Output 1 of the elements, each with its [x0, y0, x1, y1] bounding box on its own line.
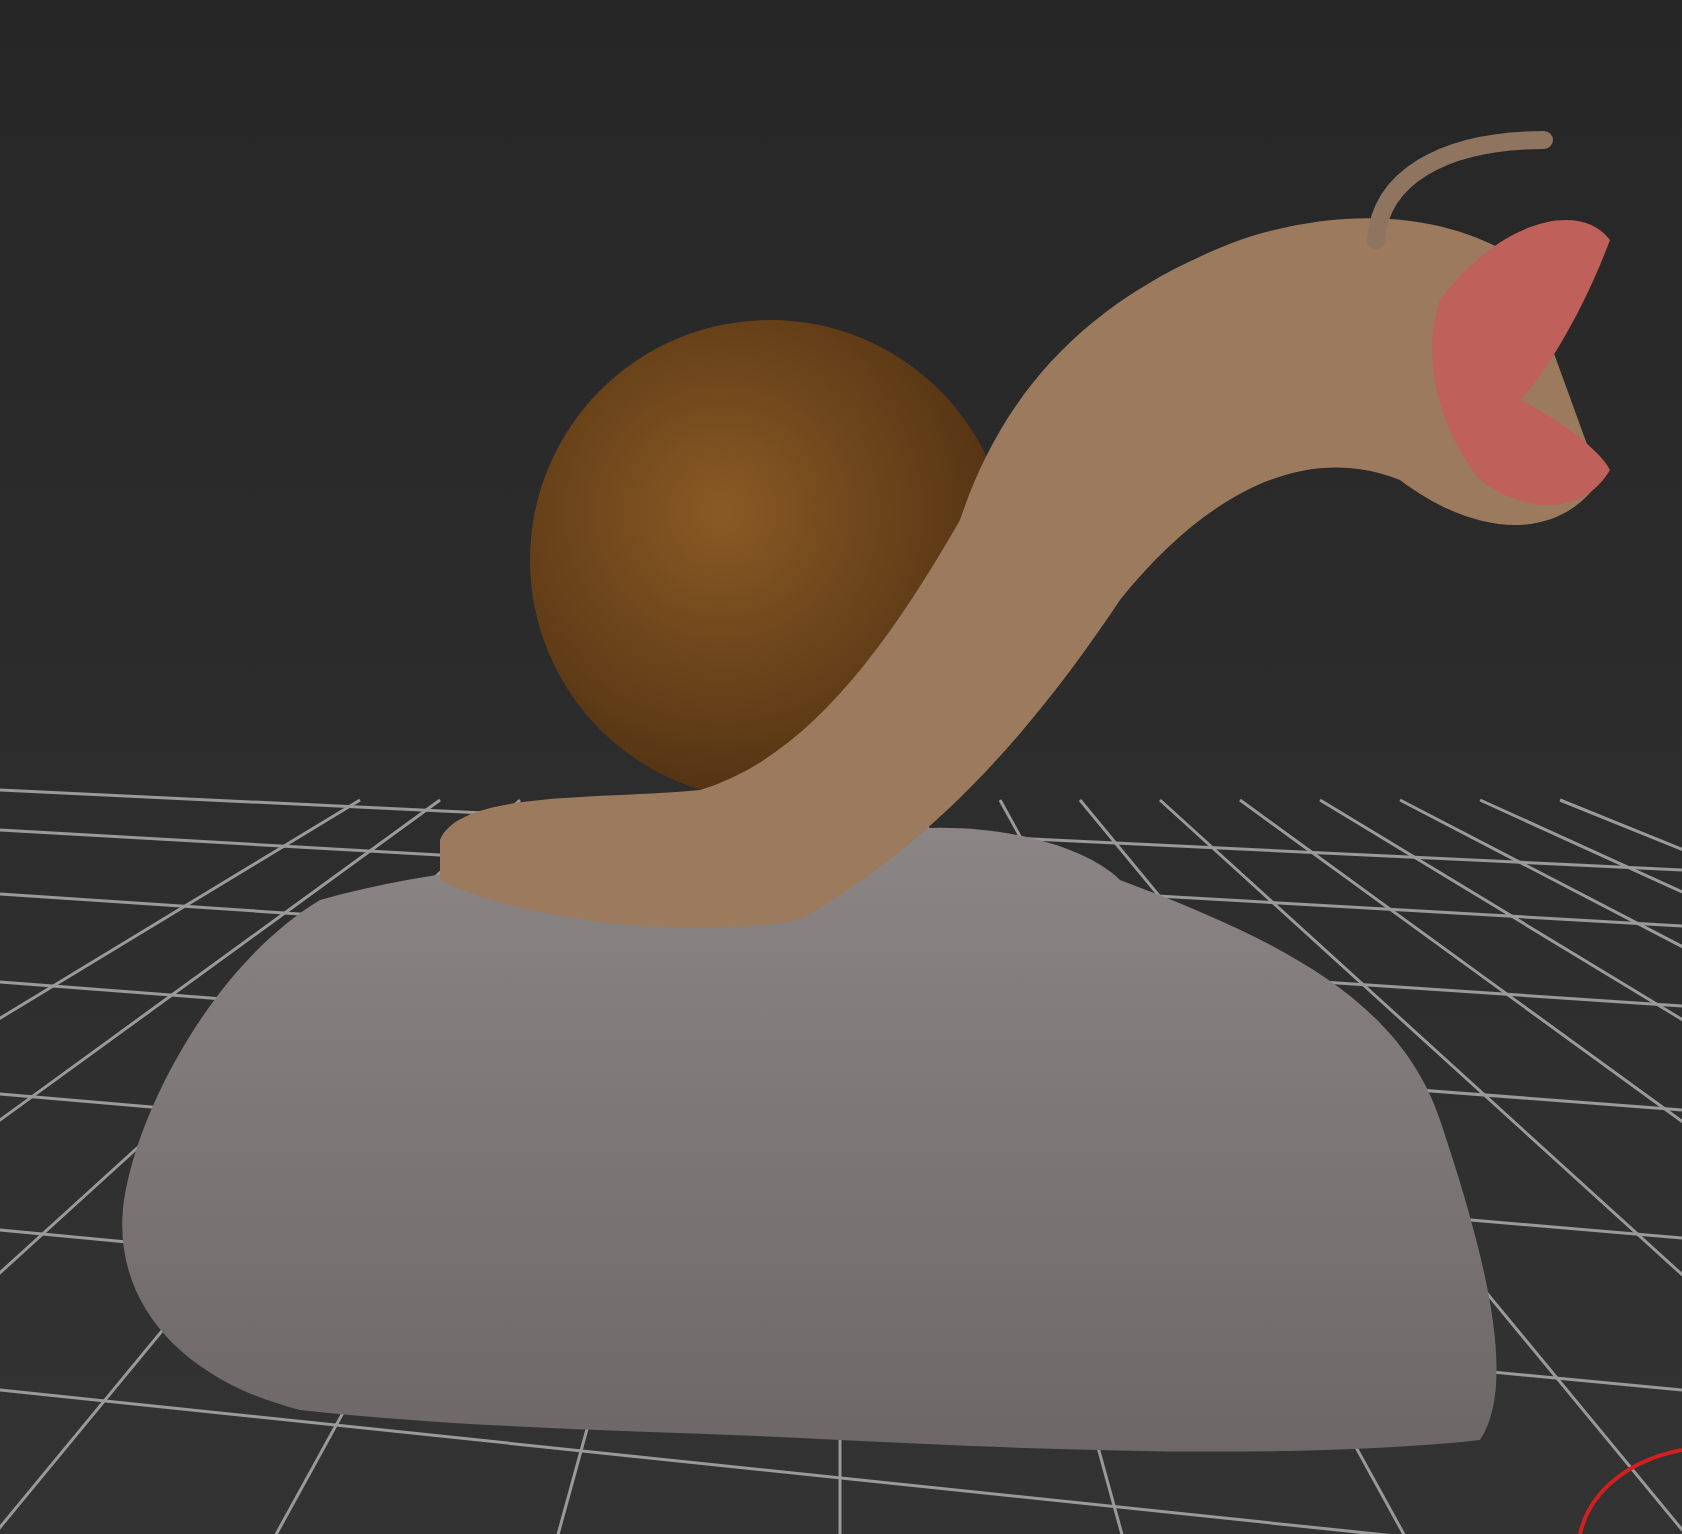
rotation-gizmo-drawing[interactable]	[1578, 1448, 1682, 1534]
